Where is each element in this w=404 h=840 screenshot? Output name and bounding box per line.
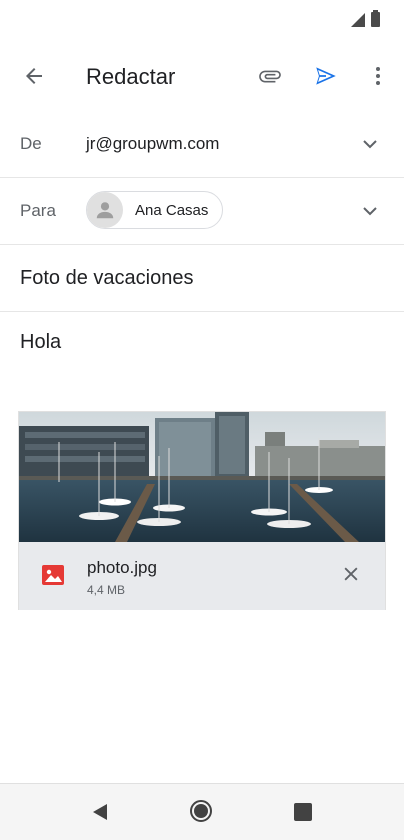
more-vert-icon: [376, 67, 380, 85]
subject-field[interactable]: Foto de vacaciones: [20, 267, 193, 290]
from-field[interactable]: jr@groupwm.com: [86, 134, 219, 154]
harbor-photo: [19, 412, 385, 542]
nav-back-button[interactable]: [88, 800, 112, 824]
send-button[interactable]: [306, 56, 346, 96]
attachment-card[interactable]: photo.jpg 4,4 MB: [18, 411, 386, 610]
system-nav-bar: [0, 783, 404, 840]
arrow-left-icon: [26, 68, 42, 84]
from-label: De: [20, 134, 42, 153]
chevron-down-icon: [363, 140, 377, 149]
home-circle-icon: [190, 800, 212, 822]
from-row[interactable]: De jr@groupwm.com: [0, 111, 404, 178]
page-title: Redactar: [86, 64, 176, 89]
image-icon: [42, 565, 64, 585]
battery-icon: [371, 10, 380, 27]
recipient-chip[interactable]: Ana Casas: [86, 191, 224, 229]
to-row[interactable]: Para Ana Casas: [0, 178, 404, 245]
to-dropdown-button[interactable]: [358, 199, 382, 223]
recipient-name: Ana Casas: [135, 201, 209, 219]
send-icon: [316, 67, 336, 85]
to-label: Para: [20, 201, 56, 220]
triangle-back-icon: [93, 804, 107, 820]
signal-icon: [351, 13, 365, 27]
more-options-button[interactable]: [358, 56, 398, 96]
subject-row[interactable]: Foto de vacaciones: [0, 245, 404, 312]
status-icons: [351, 10, 380, 27]
attach-button[interactable]: [250, 56, 290, 96]
body-field[interactable]: Hola: [20, 331, 61, 354]
avatar: [87, 192, 123, 228]
square-recents-icon: [294, 803, 312, 821]
close-icon: [344, 567, 358, 581]
paperclip-icon: [259, 70, 281, 83]
attachment-thumbnail: [19, 412, 385, 542]
person-icon: [96, 202, 114, 219]
status-bar: [0, 0, 404, 40]
from-dropdown-button[interactable]: [358, 132, 382, 156]
back-button[interactable]: [14, 56, 54, 96]
app-bar: Redactar: [0, 40, 404, 114]
chevron-down-icon: [363, 207, 377, 216]
remove-attachment-button[interactable]: [339, 562, 363, 586]
attachment-info: photo.jpg 4,4 MB: [19, 542, 385, 610]
nav-recents-button[interactable]: [291, 800, 315, 824]
nav-home-button[interactable]: [189, 799, 213, 823]
attachment-file-name: photo.jpg: [87, 558, 157, 577]
attachment-file-size: 4,4 MB: [87, 583, 126, 597]
